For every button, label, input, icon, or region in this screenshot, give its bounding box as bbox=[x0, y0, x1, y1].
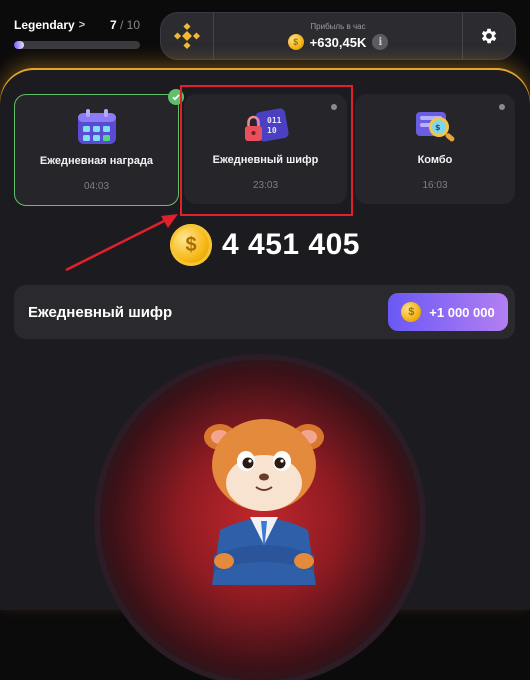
level-progress-bar bbox=[14, 41, 140, 49]
annotation-highlight-box bbox=[180, 85, 353, 216]
chevron-right-icon: > bbox=[78, 19, 86, 31]
card-timer: 16:03 bbox=[422, 180, 448, 191]
info-icon[interactable]: i bbox=[372, 34, 389, 50]
calendar-icon bbox=[77, 109, 116, 144]
status-dot bbox=[499, 104, 505, 110]
level-name-row: Legendary > bbox=[14, 18, 85, 32]
level-progress-fill bbox=[14, 41, 25, 49]
hamster-character bbox=[204, 419, 324, 585]
card-title: Ежедневная награда bbox=[39, 155, 154, 167]
coin-icon: $ bbox=[401, 302, 422, 322]
profit-label: Прибыль в час bbox=[310, 22, 366, 31]
card-timer: 04:03 bbox=[83, 181, 110, 192]
profit-info: Прибыль в час $ +630,45K i bbox=[214, 22, 462, 50]
card-daily-reward[interactable]: Ежедневная награда 04:03 bbox=[14, 89, 184, 206]
level-total: / 10 bbox=[119, 18, 140, 32]
level-name: Legendary bbox=[14, 18, 75, 32]
balance: $ 4 451 405 bbox=[170, 224, 360, 266]
binance-logo-icon bbox=[173, 22, 201, 50]
combo-magnifier-icon: $ bbox=[416, 112, 455, 142]
card-title: Комбо bbox=[417, 154, 453, 166]
top-bar: Legendary > 7 / 10 Прибыль в час $ +630,… bbox=[0, 0, 530, 70]
settings-button[interactable] bbox=[462, 13, 515, 59]
cipher-reward-value: +1 000 000 bbox=[429, 304, 495, 320]
cipher-label: Ежедневный шифр bbox=[28, 303, 173, 321]
profit-panel: Прибыль в час $ +630,45K i bbox=[160, 12, 516, 60]
cipher-reward-button[interactable]: $ +1 000 000 bbox=[388, 293, 508, 331]
level-widget[interactable]: Legendary > 7 / 10 bbox=[14, 18, 140, 49]
profit-value: +630,45K bbox=[309, 34, 367, 50]
gear-icon bbox=[481, 28, 497, 44]
coin-icon: $ bbox=[287, 34, 304, 50]
level-count: 7 / 10 bbox=[110, 18, 140, 32]
card-combo[interactable]: $ Комбо 16:03 bbox=[355, 94, 515, 204]
exchange-button[interactable] bbox=[161, 13, 214, 59]
level-current: 7 bbox=[109, 18, 117, 32]
annotation-arrow-icon bbox=[65, 214, 178, 272]
svg-text:$: $ bbox=[435, 123, 441, 132]
balance-value: 4 451 405 bbox=[222, 228, 360, 261]
daily-cipher-bar: Ежедневный шифр $ +1 000 000 bbox=[14, 285, 515, 339]
